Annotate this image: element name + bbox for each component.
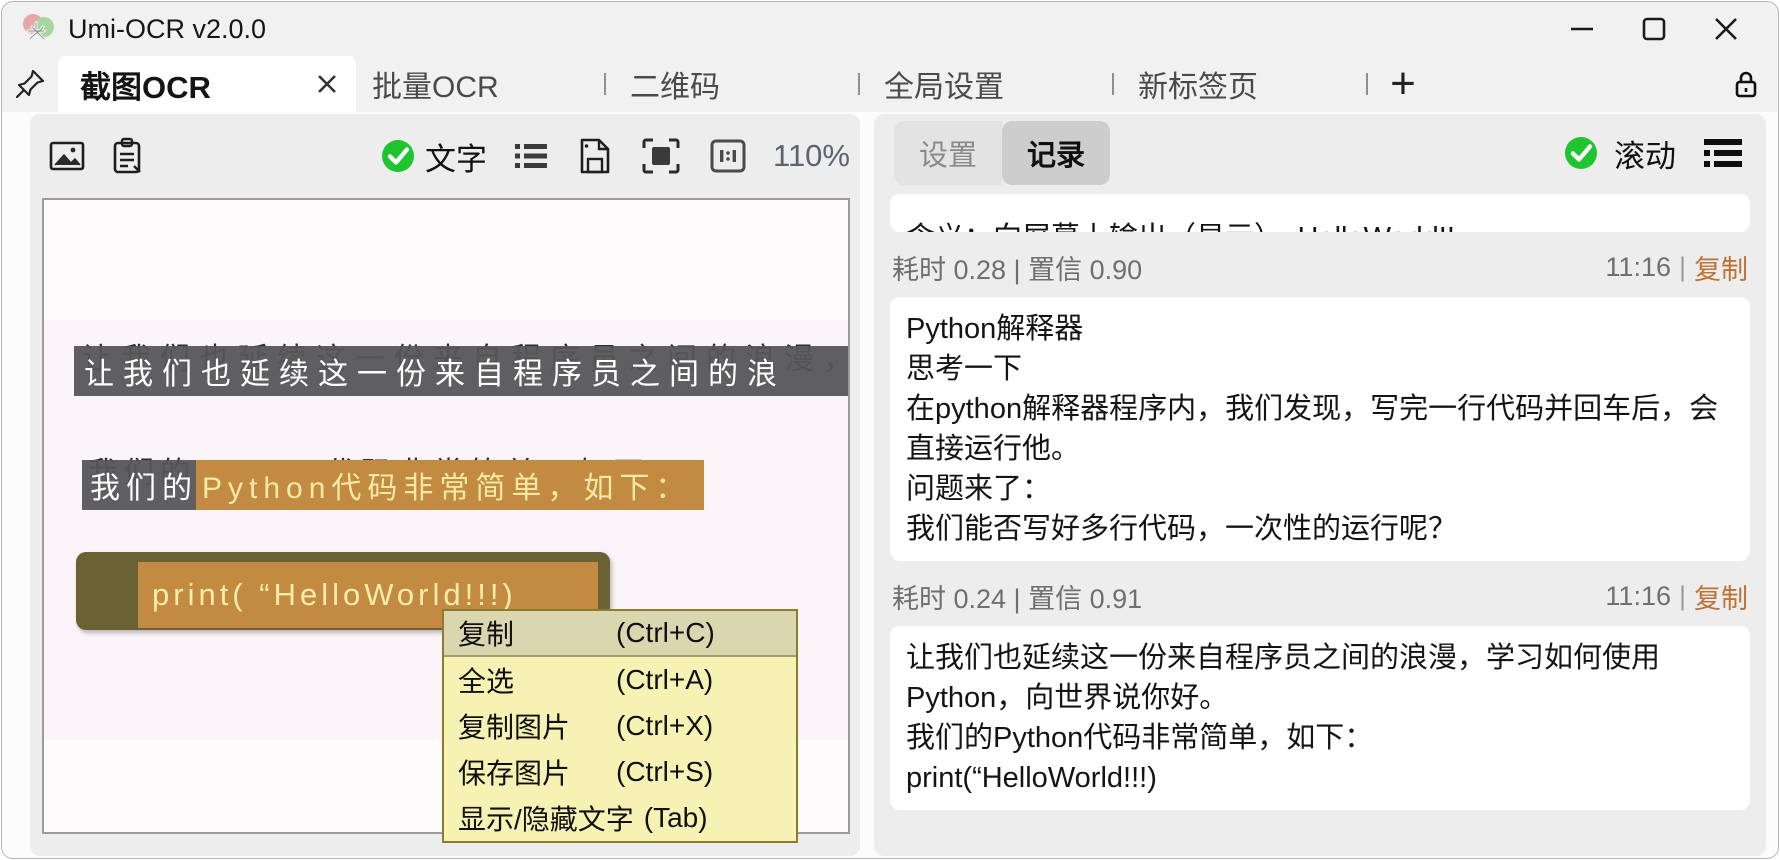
- menu-item-shortcut: (Tab): [644, 802, 708, 834]
- title-bar: Umi-OCR v2.0.0: [2, 2, 1778, 56]
- tab-label: 二维码: [630, 62, 720, 106]
- menu-item-shortcut: (Ctrl+C): [616, 617, 715, 649]
- close-button[interactable]: [1690, 6, 1762, 52]
- app-window: Umi-OCR v2.0.0 截图OCR: [1, 1, 1779, 859]
- open-image-button[interactable]: [46, 136, 88, 176]
- save-image-button[interactable]: [575, 135, 615, 177]
- lock-button[interactable]: [1714, 56, 1778, 112]
- menu-item-shortcut: (Ctrl+S): [616, 756, 713, 788]
- fit-ratio-button[interactable]: [707, 135, 749, 177]
- menu-item-label: 保存图片: [458, 752, 616, 792]
- left-toolbar: 文字: [30, 114, 860, 198]
- menu-item-shortcut: (Ctrl+A): [616, 664, 713, 696]
- list-icon: [511, 138, 551, 174]
- tab-screenshot-ocr[interactable]: 截图OCR: [58, 56, 356, 112]
- menu-item-copy-image[interactable]: 复制图片 (Ctrl+X): [444, 703, 796, 749]
- right-tab-group: 设置 记录: [894, 121, 1110, 185]
- tab-records[interactable]: 记录: [1002, 121, 1110, 185]
- ocr-selection-line2[interactable]: Python代码非常简单，如下：: [196, 460, 704, 510]
- tab-label: 全局设置: [884, 62, 1004, 106]
- close-icon: [1712, 15, 1740, 43]
- tab-qrcode[interactable]: 二维码: [606, 56, 858, 112]
- zoom-level[interactable]: 110%: [773, 138, 850, 174]
- record-time: 11:16: [1605, 252, 1671, 283]
- tab-bar: 截图OCR 批量OCR 二维码 全局设置 新标签页 +: [2, 56, 1778, 112]
- tab-settings[interactable]: 设置: [894, 121, 1002, 185]
- ocr-toggle-label: 文字: [425, 134, 487, 179]
- ocr-text-toggle[interactable]: 文字: [379, 134, 487, 179]
- maximize-icon: [1640, 15, 1668, 43]
- menu-item-copy[interactable]: 复制 (Ctrl+C): [444, 611, 796, 657]
- pin-icon: [13, 67, 47, 101]
- record-card: 让我们也延续这一份来自程序员之间的浪漫，学习如何使用Python，向世界说你好。…: [890, 626, 1750, 810]
- record-stats: 耗时 0.28 | 置信 0.90: [892, 248, 1142, 287]
- scroll-toggle-label[interactable]: 滚动: [1614, 131, 1676, 176]
- paste-image-button[interactable]: [106, 135, 148, 177]
- menu-item-shortcut: (Ctrl+X): [616, 710, 713, 742]
- main-area: 文字: [2, 112, 1779, 858]
- tab-close-icon[interactable]: [312, 69, 342, 99]
- menu-item-label: 复制图片: [458, 706, 616, 746]
- meta-separator: |: [1679, 252, 1686, 283]
- context-menu: 复制 (Ctrl+C) 全选 (Ctrl+A) 复制图片 (Ctrl+X) 保存…: [442, 609, 798, 843]
- record-card-partial: 含义：向屏幕上输出（显示），HelloWorld!!: [890, 194, 1750, 232]
- lock-icon: [1729, 67, 1763, 101]
- tab-global-settings[interactable]: 全局设置: [860, 56, 1112, 112]
- screenshot-button[interactable]: [639, 135, 683, 177]
- aspect-ratio-icon: [707, 135, 749, 177]
- screenshot-ocr-panel: 文字: [30, 114, 860, 856]
- tab-label: 截图OCR: [80, 62, 312, 107]
- app-icon: [20, 11, 56, 47]
- result-list-button[interactable]: [511, 138, 551, 174]
- ocr-overlay-line1[interactable]: 让我们也延续这一份来自程序员之间的浪: [74, 346, 850, 396]
- capture-icon: [639, 135, 683, 177]
- minimize-icon: [1568, 15, 1596, 43]
- menu-item-label: 显示/隐藏文字: [458, 798, 634, 838]
- menu-item-label: 复制: [458, 613, 616, 653]
- image-icon: [46, 136, 88, 176]
- tab-new-tab-page[interactable]: 新标签页: [1114, 56, 1366, 112]
- check-icon: [379, 137, 417, 175]
- menu-item-label: 全选: [458, 660, 616, 700]
- record-copy-link[interactable]: 复制: [1694, 248, 1748, 287]
- record-meta-row: 耗时 0.28 | 置信 0.90 11:16 | 复制: [892, 248, 1748, 287]
- menu-item-toggle-text[interactable]: 显示/隐藏文字 (Tab): [444, 795, 796, 841]
- right-header: 设置 记录 滚动: [874, 114, 1766, 192]
- record-text: 含义：向屏幕上输出（显示），HelloWorld!!: [906, 218, 1734, 232]
- pin-button[interactable]: [2, 56, 58, 112]
- menu-item-select-all[interactable]: 全选 (Ctrl+A): [444, 657, 796, 703]
- record-card: Python解释器 思考一下 在python解释器程序内，我们发现，写完一行代码…: [890, 297, 1750, 561]
- side-panel: 设置 记录 滚动 含: [874, 114, 1766, 856]
- menu-item-save-image[interactable]: 保存图片 (Ctrl+S): [444, 749, 796, 795]
- paste-icon: [106, 135, 148, 177]
- minimize-button[interactable]: [1546, 6, 1618, 52]
- record-time: 11:16: [1605, 581, 1671, 612]
- new-tab-button[interactable]: +: [1368, 56, 1438, 112]
- scroll-check-icon[interactable]: [1562, 134, 1600, 172]
- window-title: Umi-OCR v2.0.0: [68, 14, 266, 45]
- save-icon: [575, 135, 615, 177]
- record-stats: 耗时 0.24 | 置信 0.91: [892, 577, 1142, 616]
- ocr-overlay-line2-prefix[interactable]: 我们的: [82, 460, 204, 510]
- record-meta-row: 耗时 0.24 | 置信 0.91 11:16 | 复制: [892, 577, 1748, 616]
- menu-icon[interactable]: [1698, 133, 1746, 173]
- meta-separator: |: [1679, 581, 1686, 612]
- maximize-button[interactable]: [1618, 6, 1690, 52]
- tab-label: 批量OCR: [372, 62, 499, 106]
- tab-label: 新标签页: [1138, 62, 1258, 106]
- record-copy-link[interactable]: 复制: [1694, 577, 1748, 616]
- records-list[interactable]: 含义：向屏幕上输出（显示），HelloWorld!! 耗时 0.28 | 置信 …: [890, 194, 1750, 854]
- tab-batch-ocr[interactable]: 批量OCR: [356, 56, 604, 112]
